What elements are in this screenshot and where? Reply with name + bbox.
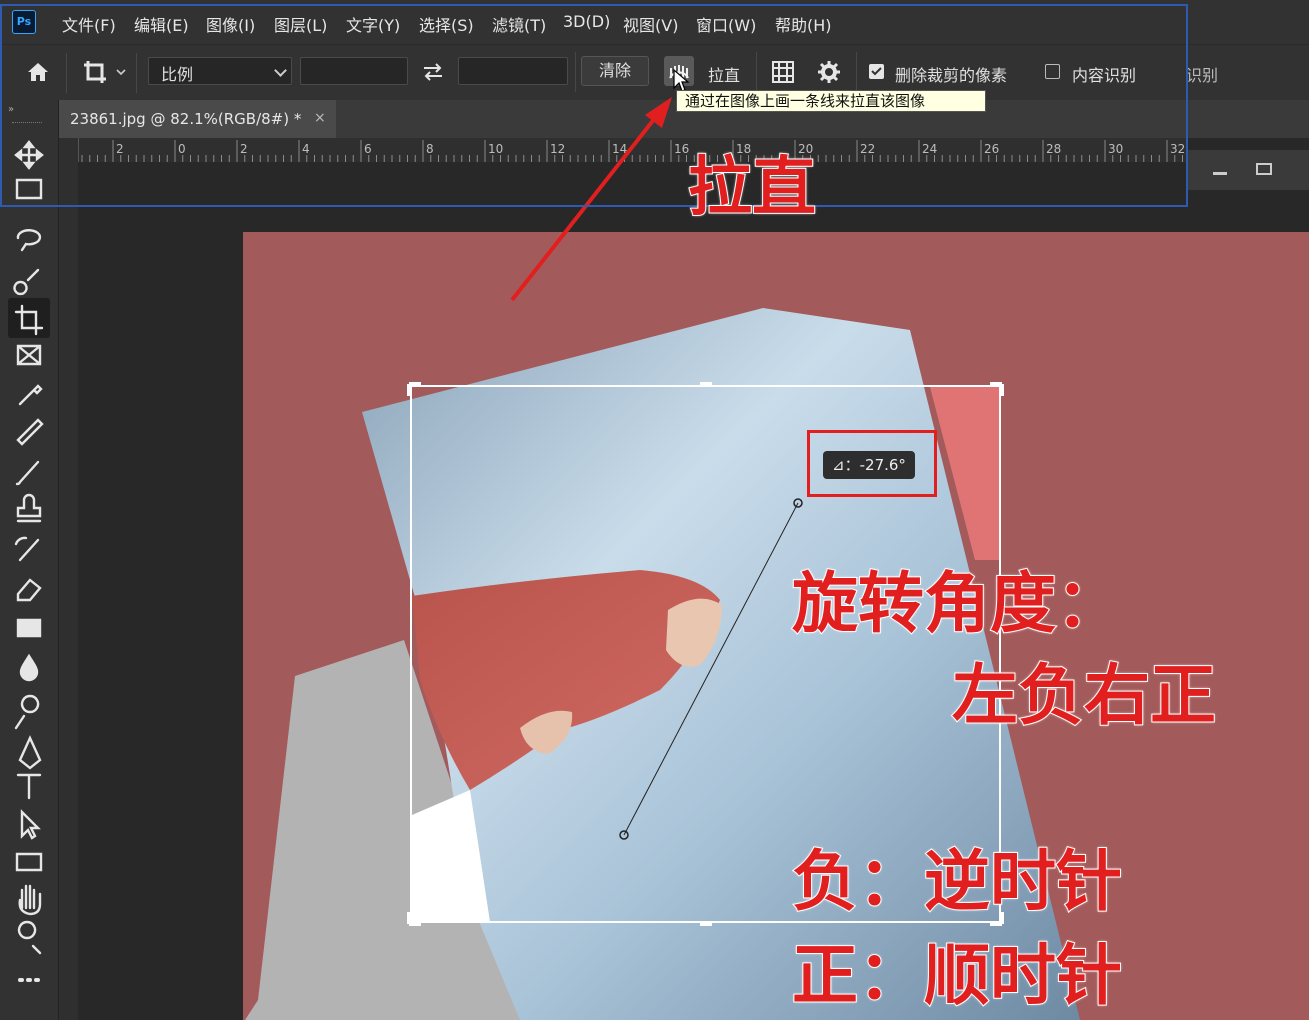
straighten-tooltip: 通过在图像上画一条线来拉直该图像 bbox=[676, 90, 986, 112]
dodge-icon[interactable] bbox=[14, 694, 40, 730]
rotation-sign-rule: 左负右正 bbox=[951, 656, 1217, 735]
frame-icon[interactable] bbox=[16, 344, 42, 366]
zoom-icon[interactable] bbox=[17, 920, 42, 955]
path-select-icon[interactable] bbox=[20, 809, 41, 840]
blur-icon[interactable] bbox=[19, 653, 39, 682]
angle-icon: ⊿： bbox=[832, 456, 860, 474]
lasso-icon[interactable] bbox=[16, 229, 42, 252]
rectangle-icon[interactable] bbox=[15, 852, 43, 872]
rotation-angle-title: 旋转角度： bbox=[791, 564, 1123, 643]
straighten-heading: 拉直 bbox=[687, 150, 817, 226]
positive-clockwise-note: 正：顺时针 bbox=[791, 936, 1123, 1015]
negative-counterclockwise-note: 负：逆时针 bbox=[791, 842, 1123, 921]
eyedropper-icon[interactable] bbox=[18, 384, 43, 406]
angle-value: -27.6° bbox=[859, 456, 906, 474]
move-icon[interactable] bbox=[14, 140, 44, 170]
active-tool-highlight bbox=[8, 298, 50, 338]
history-brush-icon[interactable] bbox=[14, 536, 40, 562]
annotation-arrow bbox=[510, 116, 657, 302]
stamp-icon[interactable] bbox=[16, 493, 42, 523]
eraser-icon[interactable] bbox=[16, 578, 42, 602]
gradient-icon[interactable] bbox=[16, 618, 42, 638]
healing-icon[interactable] bbox=[16, 418, 44, 446]
brush-icon[interactable] bbox=[15, 460, 40, 486]
pen-icon[interactable] bbox=[18, 735, 42, 770]
hand-icon[interactable] bbox=[18, 884, 42, 916]
marquee-icon[interactable] bbox=[15, 178, 43, 200]
type-icon[interactable] bbox=[16, 773, 42, 800]
angle-readout: ⊿：-27.6° bbox=[823, 451, 915, 479]
tool-icons bbox=[8, 140, 50, 982]
quick-select-icon[interactable] bbox=[13, 268, 40, 296]
